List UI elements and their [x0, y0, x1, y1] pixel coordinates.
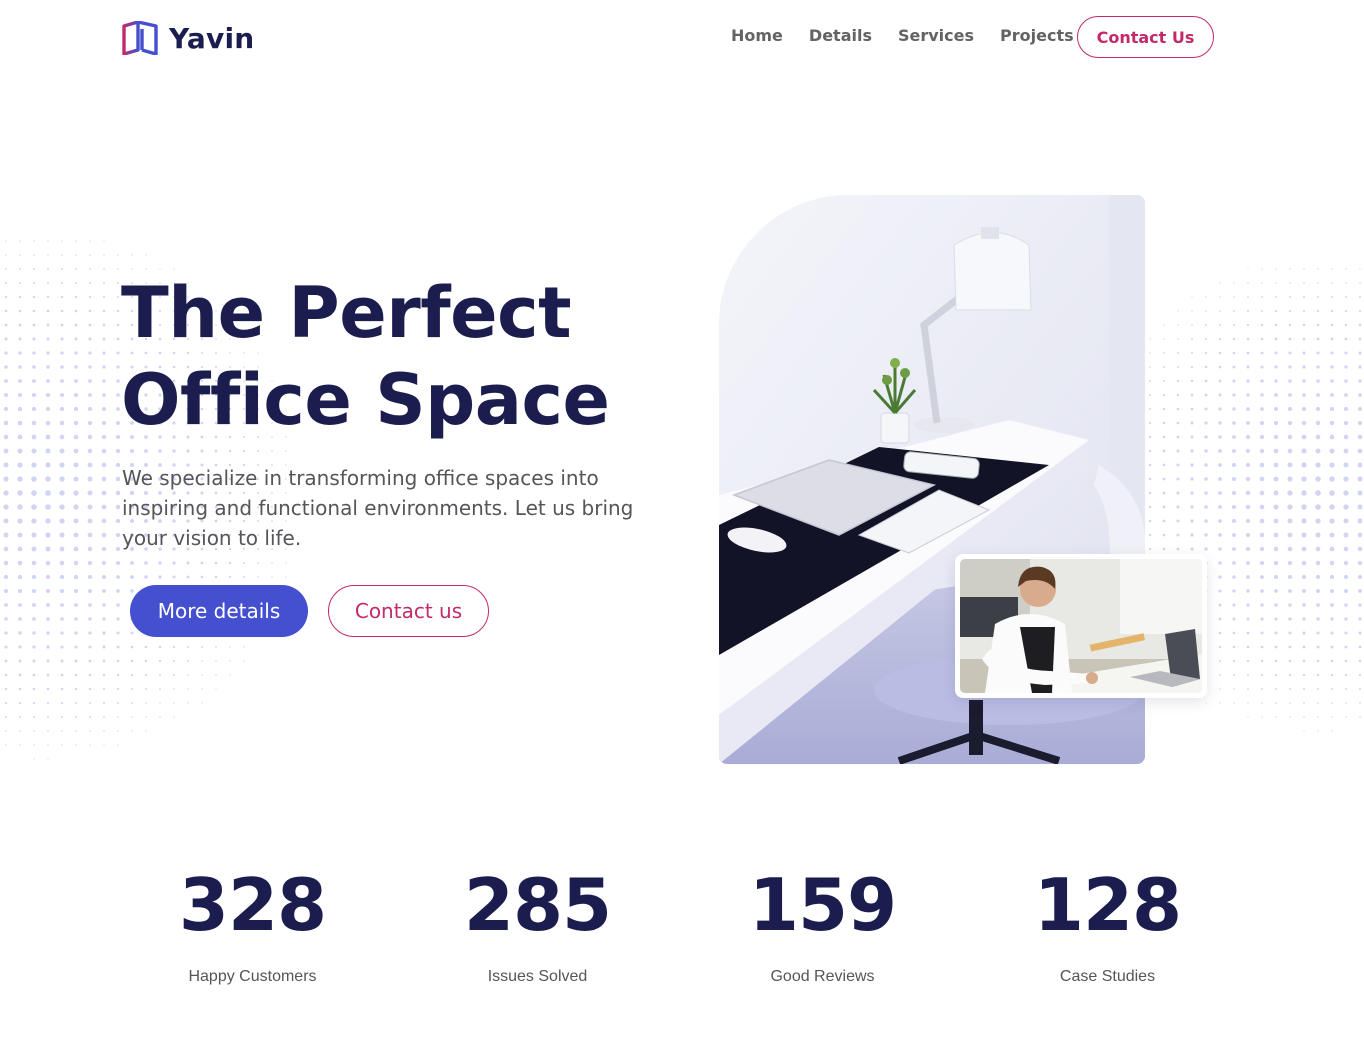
more-details-button[interactable]: More details — [130, 585, 308, 637]
stat-value: 159 — [748, 863, 897, 947]
stat-issues-solved: 285 Issues Solved — [395, 862, 680, 986]
hero-subtitle: We specialize in transforming office spa… — [122, 466, 634, 550]
main-nav: Home Details Services Projects — [731, 26, 1100, 45]
stat-happy-customers: 328 Happy Customers — [110, 862, 395, 986]
brand-logo[interactable]: Yavin — [121, 21, 254, 55]
nav-projects[interactable]: Projects — [1000, 26, 1074, 45]
brand-name: Yavin — [169, 21, 255, 55]
nav-details[interactable]: Details — [809, 26, 872, 45]
stat-value: 128 — [1033, 863, 1182, 947]
stat-label: Happy Customers — [188, 968, 317, 985]
stat-label: Issues Solved — [487, 968, 588, 985]
stat-case-studies: 128 Case Studies — [965, 862, 1250, 986]
open-book-icon — [122, 21, 158, 55]
woman-working-photo — [955, 554, 1207, 698]
nav-services[interactable]: Services — [898, 26, 974, 45]
stat-good-reviews: 159 Good Reviews — [680, 862, 965, 986]
nav-home[interactable]: Home — [731, 26, 783, 45]
contact-us-hero-button[interactable]: Contact us — [328, 585, 489, 637]
stat-value: 285 — [463, 863, 612, 947]
contact-us-nav-button[interactable]: Contact Us — [1077, 16, 1214, 58]
stats-section: 328 Happy Customers 285 Issues Solved 15… — [110, 862, 1250, 1002]
stat-label: Case Studies — [1059, 968, 1156, 985]
site-header: Yavin Home Details Services Projects Con… — [0, 0, 1364, 76]
hero-title: The Perfect Office Space — [121, 270, 681, 444]
hero-title-line2: Office Space — [121, 359, 610, 441]
stat-label: Good Reviews — [770, 968, 875, 985]
stat-value: 328 — [178, 863, 327, 947]
hero-title-line1: The Perfect — [121, 272, 572, 354]
